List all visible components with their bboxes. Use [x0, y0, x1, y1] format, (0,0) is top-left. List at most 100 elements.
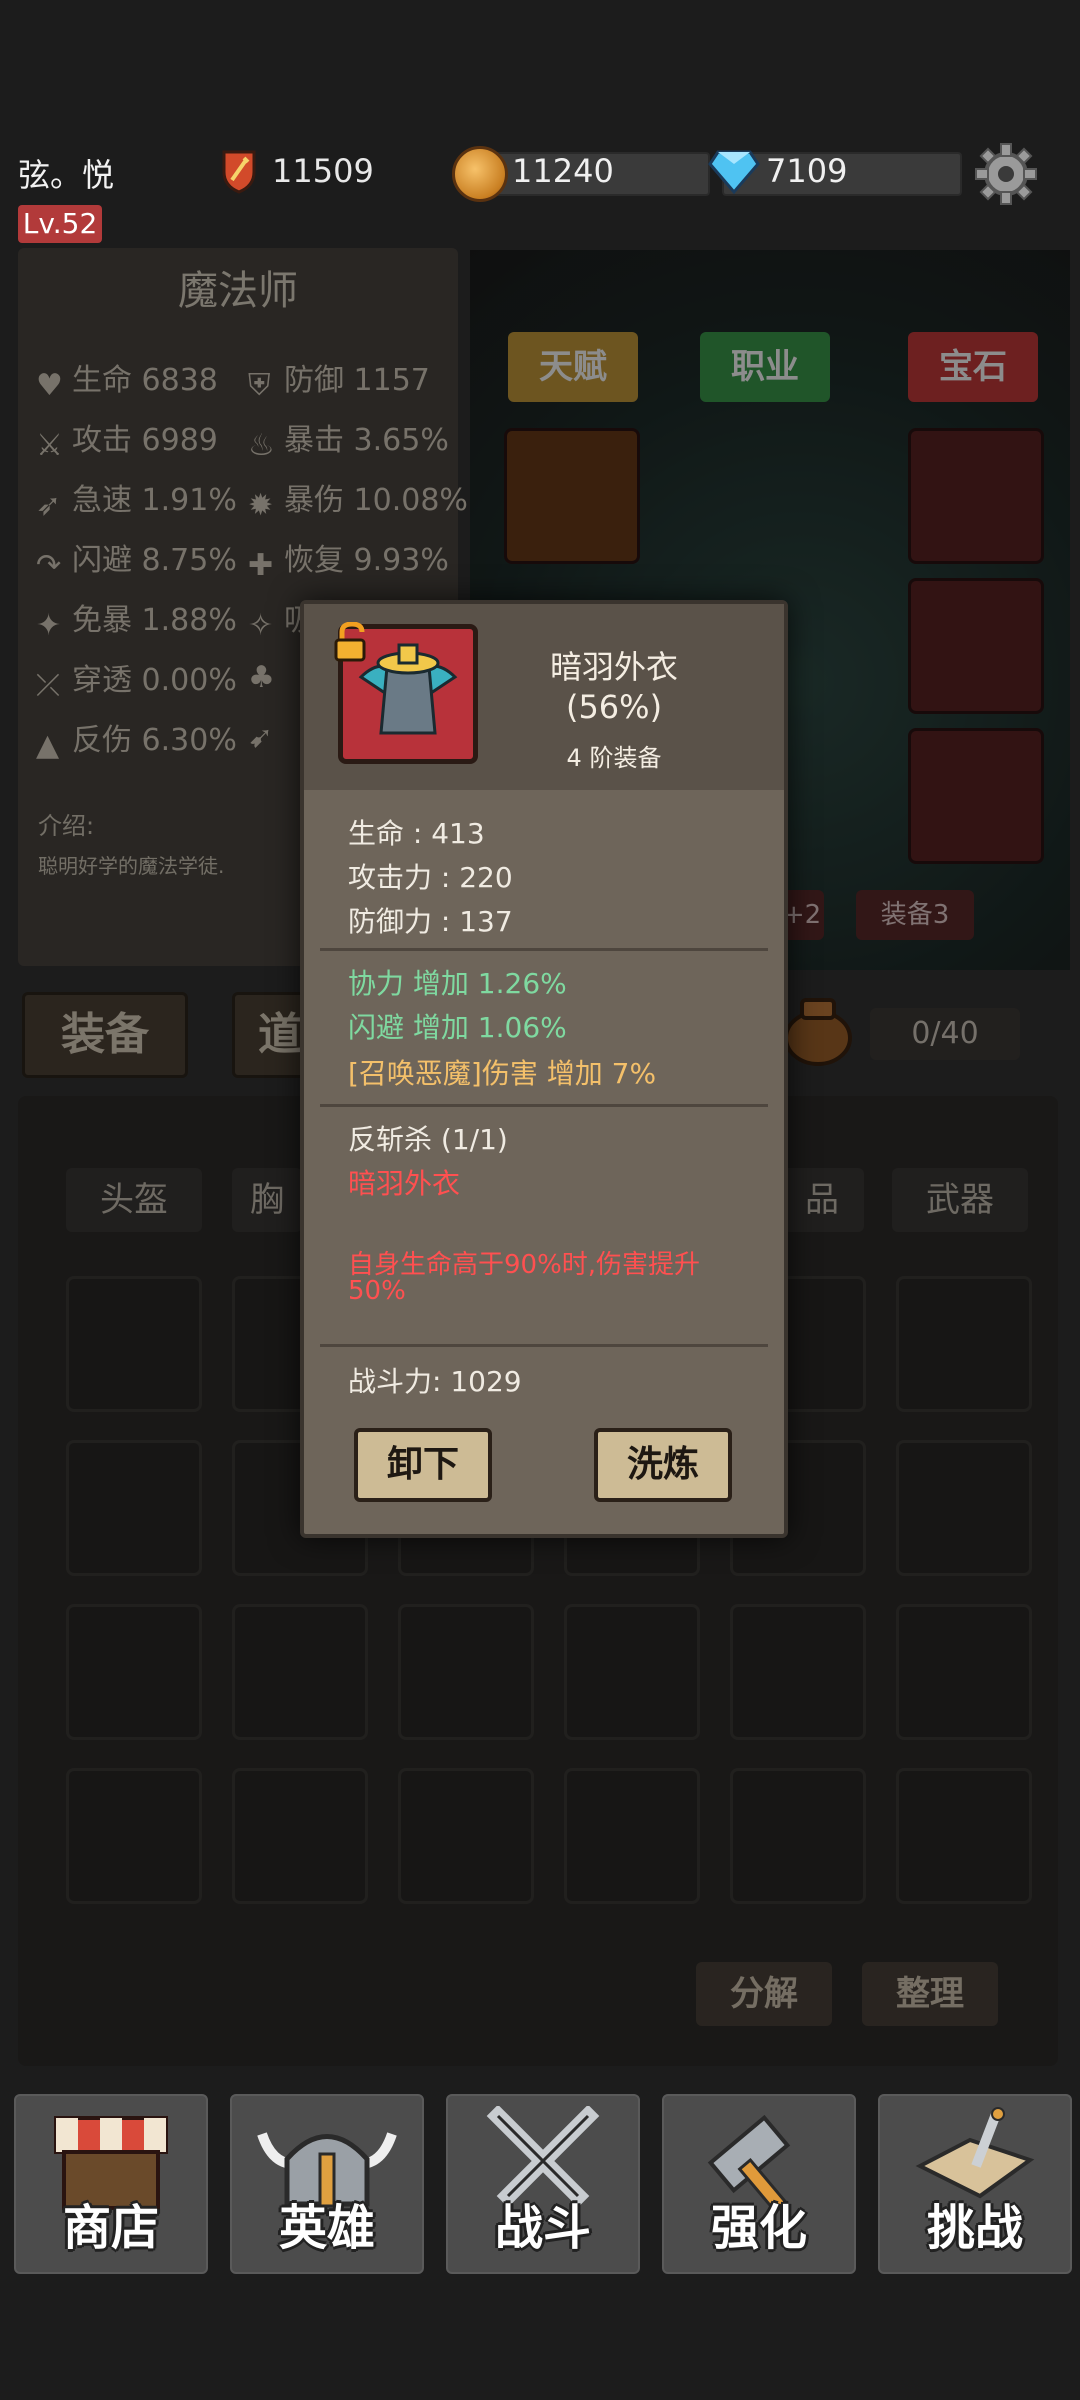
clover-icon: ♣	[248, 660, 275, 695]
category-chest[interactable]: 胸	[232, 1168, 302, 1232]
reforge-button[interactable]: 洗炼	[594, 1428, 732, 1502]
spike-icon: ▲	[36, 728, 60, 763]
decompose-button[interactable]: 分解	[696, 1962, 832, 2026]
bag-slot[interactable]	[730, 1768, 866, 1904]
item-quality-percent: (56%)	[565, 688, 663, 726]
item-tier: 4 阶装备	[566, 744, 662, 772]
nav-challenge[interactable]: 挑战	[878, 2094, 1072, 2274]
divider	[320, 948, 768, 951]
bag-slot[interactable]	[564, 1604, 700, 1740]
fang-icon: ✧	[248, 608, 274, 643]
category-accessory[interactable]: 品	[780, 1168, 864, 1232]
divider	[320, 1344, 768, 1347]
arrow-icon: ➹	[248, 720, 274, 755]
tab-talent[interactable]: 天赋	[508, 332, 638, 402]
stat-haste: ➶ 急速 1.91%	[36, 483, 237, 523]
item-name: 暗羽外衣	[549, 648, 678, 686]
bag-capacity: 0/40	[870, 1008, 1020, 1060]
bag-slot[interactable]	[896, 1276, 1032, 1412]
stat-hp: ♥ 生命 6838	[36, 363, 218, 403]
heart-icon: ♥	[36, 368, 63, 403]
diamond-icon	[708, 150, 760, 195]
burst-icon: ✹	[248, 488, 274, 523]
base-stat-hp: 生命 : 413	[348, 817, 485, 850]
nav-upgrade-label: 强化	[710, 2200, 807, 2256]
slot-weapon[interactable]	[908, 728, 1044, 864]
slot-helmet[interactable]	[504, 428, 640, 564]
bonus-stat-summon: [召唤恶魔]伤害 增加 7%	[348, 1057, 657, 1090]
bag-icon	[784, 998, 852, 1066]
base-stat-attack: 攻击力 : 220	[348, 861, 513, 894]
level-badge: Lv.52	[18, 205, 102, 243]
coin-icon	[452, 146, 508, 202]
stat-crit: ♨ 暴击 3.65%	[248, 423, 449, 463]
sort-button[interactable]: 整理	[862, 1962, 998, 2026]
player-name: 弦。悦	[18, 156, 115, 194]
tab-equip-3[interactable]: 装备3	[856, 890, 974, 940]
bag-slot[interactable]	[232, 1604, 368, 1740]
category-helmet[interactable]: 头盔	[66, 1168, 202, 1232]
category-weapon[interactable]: 武器	[892, 1168, 1028, 1232]
flame-icon: ♨	[248, 428, 275, 463]
stat-extra: ➹	[248, 715, 284, 755]
nav-shop[interactable]: 商店	[14, 2094, 208, 2274]
tab-gem[interactable]: 宝石	[908, 332, 1038, 402]
nav-battle-label: 战斗	[494, 2200, 591, 2256]
dodge-icon: ↷	[36, 548, 62, 583]
base-stat-defense: 防御力 : 137	[348, 905, 513, 938]
stat-clover: ♣	[248, 655, 284, 695]
stat-thorns: ▲ 反伤 6.30%	[36, 723, 237, 763]
stat-penetration: ⤫ 穿透 0.00%	[36, 663, 237, 703]
divider	[320, 1104, 768, 1107]
wing-icon: ➶	[36, 488, 62, 523]
bonus-stat-synergy: 协力 增加 1.26%	[348, 967, 567, 1000]
bag-slot[interactable]	[66, 1604, 202, 1740]
stat-attack: ⚔ 攻击 6989	[36, 423, 218, 463]
nav-upgrade[interactable]: 强化	[662, 2094, 856, 2274]
pierce-icon: ⤫	[36, 668, 60, 703]
unlock-icon[interactable]	[332, 622, 372, 662]
bag-slot[interactable]	[66, 1440, 202, 1576]
set-effect-line-2: 50%	[348, 1276, 406, 1306]
bag-slot[interactable]	[66, 1768, 202, 1904]
bonus-stat-dodge: 闪避 增加 1.06%	[348, 1011, 567, 1044]
stat-crit-damage: ✹ 暴伤 10.08%	[248, 483, 468, 523]
set-piece: 暗羽外衣	[348, 1167, 461, 1200]
combat-power: 战斗力: 1029	[348, 1365, 522, 1398]
nav-battle[interactable]: 战斗	[446, 2094, 640, 2274]
power-value: 11509	[272, 152, 374, 190]
tab-job[interactable]: 职业	[700, 332, 830, 402]
slot-accessory[interactable]	[908, 428, 1044, 564]
nav-hero[interactable]: 英雄	[230, 2094, 424, 2274]
coin-value: 11240	[512, 152, 614, 190]
item-tooltip: 暗羽外衣 (56%) 4 阶装备 生命 : 413 攻击力 : 220 防御力 …	[300, 600, 788, 1538]
sword-icon: ⚔	[36, 428, 63, 463]
bag-slot[interactable]	[398, 1604, 534, 1740]
resist-icon: ✦	[36, 608, 62, 643]
nav-hero-label: 英雄	[278, 2200, 375, 2256]
settings-gear-icon[interactable]	[974, 142, 1038, 206]
nav-shop-label: 商店	[62, 2200, 159, 2256]
bag-tab-equipment[interactable]: 装备	[22, 992, 188, 1078]
slot-cloak[interactable]	[908, 578, 1044, 714]
shield-icon: ⛨	[248, 368, 271, 403]
regen-icon: ✚	[248, 548, 274, 583]
gem-value: 7109	[766, 152, 848, 190]
shield-sword-icon	[222, 150, 256, 194]
stat-defense: ⛨ 防御 1157	[248, 363, 430, 403]
bag-slot[interactable]	[232, 1768, 368, 1904]
stat-crit-resist: ✦ 免暴 1.88%	[36, 603, 237, 643]
bag-slot[interactable]	[398, 1768, 534, 1904]
bag-slot[interactable]	[896, 1768, 1032, 1904]
stat-dodge: ↷ 闪避 8.75%	[36, 543, 237, 583]
bag-slot[interactable]	[896, 1440, 1032, 1576]
bag-slot[interactable]	[564, 1768, 700, 1904]
bag-slot[interactable]	[730, 1604, 866, 1740]
unequip-button[interactable]: 卸下	[354, 1428, 492, 1502]
stat-regen: ✚ 恢复 9.93%	[248, 543, 449, 583]
bag-slot[interactable]	[66, 1276, 202, 1412]
bag-slot[interactable]	[896, 1604, 1032, 1740]
set-name: 反斩杀 (1/1)	[348, 1123, 508, 1156]
class-title: 魔法师	[178, 268, 298, 314]
intro-label: 介绍:	[38, 812, 95, 840]
